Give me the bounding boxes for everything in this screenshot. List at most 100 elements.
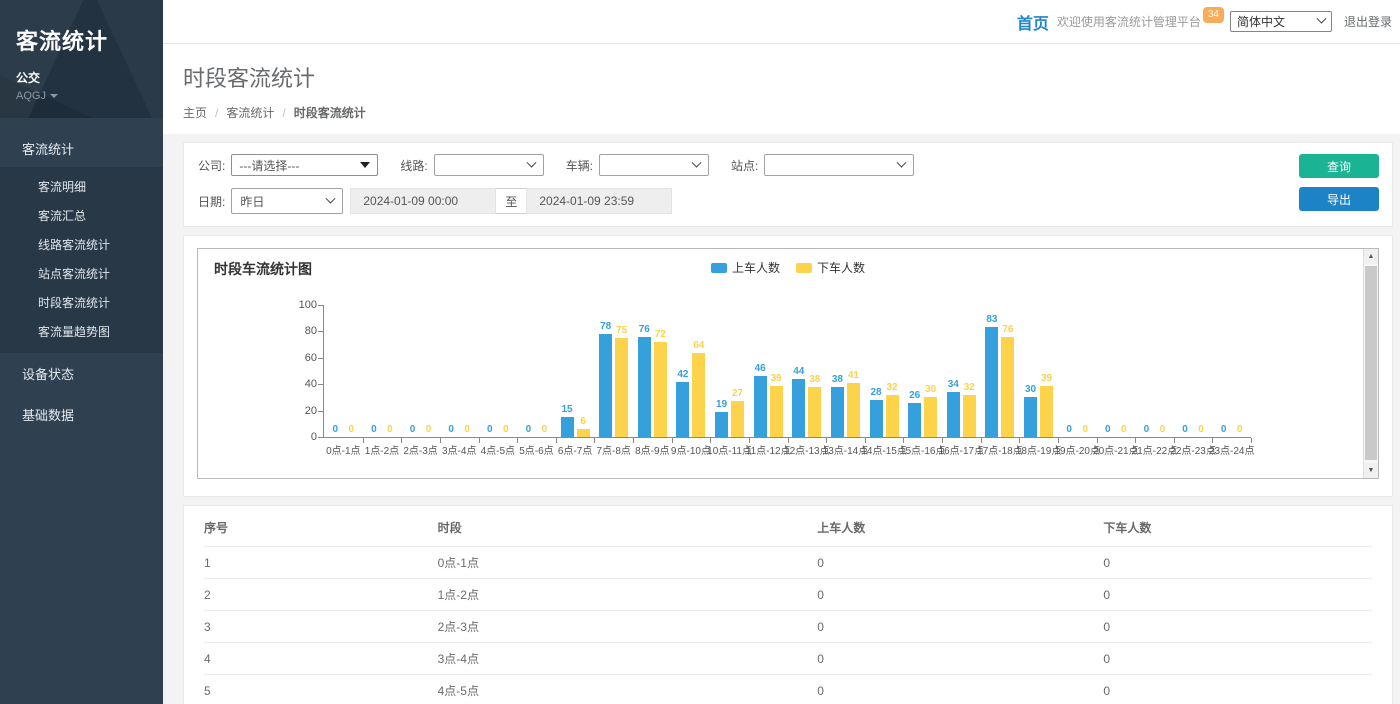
- chart-bar-wrap: 0: [461, 305, 474, 437]
- chart-bar-wrap: 27: [731, 305, 744, 437]
- y-axis-tick: [318, 331, 323, 332]
- breadcrumb-section[interactable]: 客流统计: [226, 104, 274, 121]
- bar-value-label: 15: [562, 404, 573, 415]
- chart-bar-wrap: 0: [383, 305, 396, 437]
- bar-value-label: 0: [349, 424, 355, 435]
- org-name: 公交: [16, 69, 147, 86]
- legend-item[interactable]: 下车人数: [796, 259, 865, 276]
- chart-bar-wrap: 0: [1063, 305, 1076, 437]
- breadcrumb-home[interactable]: 主页: [183, 104, 207, 121]
- bar-value-label: 0: [333, 424, 339, 435]
- x-axis-label: 1点-2点: [365, 442, 399, 457]
- chart-bar-group: 78757点-8点: [594, 305, 633, 437]
- scrollbar-up-arrow[interactable]: ▲: [1364, 249, 1378, 264]
- bar-value-label: 0: [1105, 424, 1111, 435]
- date-preset-value: 昨日: [240, 193, 264, 210]
- chart-title: 时段车流统计图: [214, 261, 312, 277]
- table-cell: 0点-1点: [438, 547, 818, 579]
- chart-bar-group: 192710点-11点: [710, 305, 749, 437]
- sidebar-subitem[interactable]: 客流量趋势图: [0, 317, 163, 346]
- chart-bar-group: 0023点-24点: [1212, 305, 1251, 437]
- chart-bar-wrap: 39: [1040, 305, 1053, 437]
- table-header-cell: 时段: [438, 506, 818, 547]
- table-cell: 1: [204, 547, 438, 579]
- bar-value-label: 6: [580, 416, 586, 427]
- scrollbar-thumb[interactable]: [1365, 266, 1377, 460]
- legend-item[interactable]: 上车人数: [711, 259, 780, 276]
- chart-bar-wrap: 32: [963, 305, 976, 437]
- chevron-down-icon: [692, 157, 702, 167]
- sidebar-subitem[interactable]: 客流汇总: [0, 201, 163, 230]
- legend-label: 下车人数: [817, 259, 865, 276]
- table-cell: 0: [817, 611, 1103, 643]
- sidebar-subitem[interactable]: 站点客流统计: [0, 259, 163, 288]
- bar-value-label: 44: [793, 366, 804, 377]
- chart-bar-wrap: 6: [577, 305, 590, 437]
- x-axis-label: 6点-7点: [558, 442, 592, 457]
- chart-bar-wrap: 38: [831, 305, 844, 437]
- table-row: 54点-5点00: [204, 675, 1372, 704]
- sidebar-subitem[interactable]: 时段客流统计: [0, 288, 163, 317]
- y-axis-label: 0: [311, 431, 317, 443]
- chart-bar-group: 005点-6点: [517, 305, 556, 437]
- sidebar-section-passenger-stats[interactable]: 客流统计: [0, 130, 163, 167]
- sidebar-subitem[interactable]: 客流明细: [0, 172, 163, 201]
- chart-bars: 00: [363, 305, 402, 437]
- line-select[interactable]: [434, 154, 544, 176]
- company-select[interactable]: ---请选择---: [231, 154, 378, 176]
- station-select[interactable]: [764, 154, 914, 176]
- breadcrumb-current: 时段客流统计: [294, 104, 366, 121]
- chart-bar-wrap: 0: [499, 305, 512, 437]
- chart-bar-wrap: 76: [638, 305, 651, 437]
- chart-bars: 30 39: [1019, 305, 1058, 437]
- chart-bar-wrap: 0: [1140, 305, 1153, 437]
- chart-bar-group: 42649点-10点: [672, 305, 711, 437]
- language-select[interactable]: 简体中文: [1230, 11, 1332, 32]
- y-axis-label: 20: [305, 405, 317, 417]
- scrollbar-down-arrow[interactable]: ▼: [1364, 463, 1378, 478]
- chart-bars: 7875: [594, 305, 633, 437]
- x-axis-label: 0点-1点: [326, 442, 360, 457]
- date-from-input[interactable]: 2024-01-09 00:00: [350, 188, 496, 214]
- sidebar-item[interactable]: 设备状态: [0, 353, 163, 394]
- org-code-dropdown[interactable]: AQGJ: [16, 90, 147, 102]
- table-cell: 5: [204, 675, 438, 704]
- date-label: 日期:: [198, 193, 225, 210]
- date-to-input[interactable]: 2024-01-09 23:59: [526, 188, 672, 214]
- table-cell: 0: [817, 643, 1103, 675]
- chart-bar-wrap: 72: [654, 305, 667, 437]
- chart-bar-group: 384113点-14点: [826, 305, 865, 437]
- date-preset-select[interactable]: 昨日: [231, 188, 343, 214]
- y-axis-tick: [318, 411, 323, 412]
- stats-table: 序号时段上车人数下车人数 10点-1点0021点-2点0032点-3点0043点…: [204, 506, 1372, 704]
- bar-value-label: 30: [1025, 384, 1036, 395]
- home-link[interactable]: 首页: [1017, 10, 1049, 34]
- table-cell: 2点-3点: [438, 611, 818, 643]
- chart-bar-wrap: 30: [1024, 305, 1037, 437]
- bar-value-label: 0: [1144, 424, 1150, 435]
- chart-bar-wrap: 0: [522, 305, 535, 437]
- chart-bar-group: 002点-3点: [401, 305, 440, 437]
- chart-bar-wrap: 0: [1156, 305, 1169, 437]
- vehicle-label: 车辆:: [566, 157, 593, 174]
- org-code-label: AQGJ: [16, 90, 46, 102]
- chart-bar-wrap: 46: [754, 305, 767, 437]
- chart-bar-wrap: 0: [538, 305, 551, 437]
- x-axis-label: 9点-10点: [671, 442, 711, 457]
- x-axis-label: 8点-9点: [635, 442, 669, 457]
- vehicle-select[interactable]: [599, 154, 709, 176]
- sidebar-item[interactable]: 基础数据: [0, 394, 163, 435]
- chart-bars: 4639: [749, 305, 788, 437]
- table-header-cell: 上车人数: [817, 506, 1103, 547]
- chart-vertical-scrollbar[interactable]: ▲ ▼: [1363, 249, 1378, 478]
- sidebar-submenu: 客流明细客流汇总线路客流统计站点客流统计时段客流统计客流量趋势图: [0, 167, 163, 353]
- search-button[interactable]: 查询: [1299, 154, 1379, 178]
- chart-bars: 00: [1058, 305, 1097, 437]
- logout-link[interactable]: 退出登录: [1344, 13, 1392, 30]
- table-row: 32点-3点00: [204, 611, 1372, 643]
- chart-bar: [831, 387, 844, 437]
- table-row: 43点-4点00: [204, 643, 1372, 675]
- sidebar-subitem[interactable]: 线路客流统计: [0, 230, 163, 259]
- page-head: 时段客流统计 主页 / 客流统计 / 时段客流统计: [163, 44, 1400, 134]
- export-button[interactable]: 导出: [1299, 187, 1379, 211]
